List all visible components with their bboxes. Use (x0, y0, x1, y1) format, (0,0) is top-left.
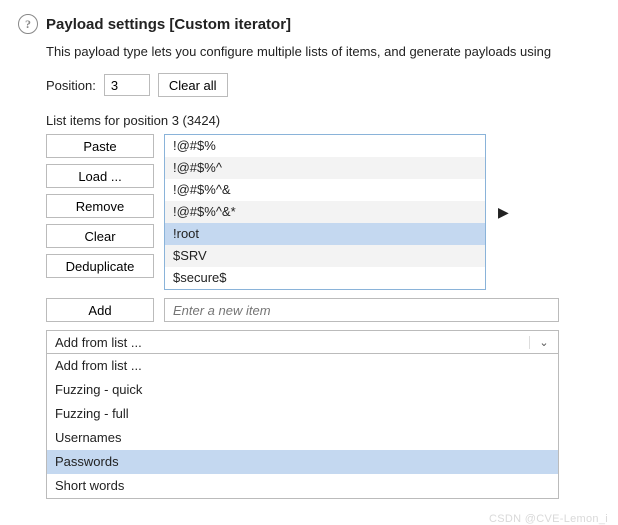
position-label: Position: (46, 78, 96, 93)
description-text: This payload type lets you configure mul… (46, 44, 600, 59)
list-item[interactable]: !root (165, 223, 485, 245)
move-right-icon[interactable]: ▶ (496, 204, 509, 221)
combo-option[interactable]: Fuzzing - quick (47, 378, 558, 402)
watermark-text: CSDN @CVE-Lemon_i (489, 513, 608, 525)
list-item[interactable]: $SRV (165, 245, 485, 267)
help-icon[interactable]: ? (18, 14, 38, 34)
deduplicate-button[interactable]: Deduplicate (46, 254, 154, 278)
list-item[interactable]: $secure$ (165, 267, 485, 289)
combo-selected-label: Add from list ... (55, 335, 142, 350)
combo-option[interactable]: Usernames (47, 426, 558, 450)
combo-option[interactable]: Add from list ... (47, 354, 558, 378)
combo-option[interactable]: Passwords (47, 450, 558, 474)
combo-option[interactable]: Fuzzing - full (47, 402, 558, 426)
list-item[interactable]: !@#$%^ (165, 157, 485, 179)
clear-button[interactable]: Clear (46, 224, 154, 248)
list-item[interactable]: !@#$%^& (165, 179, 485, 201)
add-button[interactable]: Add (46, 298, 154, 322)
paste-button[interactable]: Paste (46, 134, 154, 158)
position-input[interactable] (104, 74, 150, 96)
list-item[interactable]: !@#$% (165, 135, 485, 157)
combo-option[interactable]: Short words (47, 474, 558, 498)
clear-all-button[interactable]: Clear all (158, 73, 228, 97)
list-items-label: List items for position 3 (3424) (46, 113, 600, 128)
list-item[interactable]: !@#$%^&* (165, 201, 485, 223)
chevron-down-icon: ⌄ (529, 336, 552, 349)
load-button[interactable]: Load ... (46, 164, 154, 188)
payload-list[interactable]: !@#$%!@#$%^!@#$%^&!@#$%^&*!root$SRV$secu… (164, 134, 486, 290)
add-from-list-dropdown[interactable]: Add from list ...Fuzzing - quickFuzzing … (46, 354, 559, 499)
remove-button[interactable]: Remove (46, 194, 154, 218)
add-from-list-combo[interactable]: Add from list ... ⌄ (46, 330, 559, 354)
page-title: Payload settings [Custom iterator] (46, 16, 291, 33)
new-item-input[interactable] (164, 298, 559, 322)
